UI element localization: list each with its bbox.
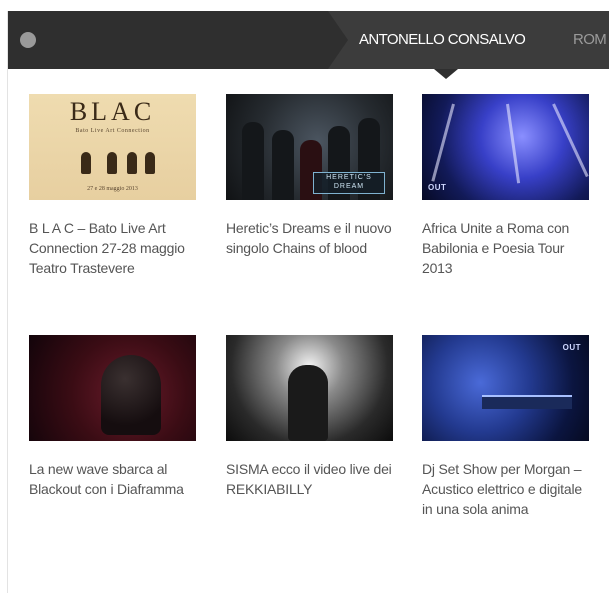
post-title[interactable]: Dj Set Show per Morgan – Acustico elettr… (422, 459, 592, 519)
post-card[interactable]: La new wave sbarca al Blackout con i Dia… (29, 335, 199, 499)
post-thumbnail[interactable] (226, 335, 393, 441)
widget-header: ANTONELLO CONSALVO ROM (8, 11, 609, 69)
blac-subtitle: Bato Live Art Connection (75, 128, 150, 134)
tab-rom[interactable]: ROM (573, 11, 607, 69)
musician-figure (81, 152, 91, 174)
post-card[interactable]: BLAC Bato Live Art Connection 27 e 28 ma… (29, 94, 199, 278)
post-title[interactable]: Heretic’s Dreams e il nuovo singolo Chai… (226, 218, 396, 258)
post-card[interactable]: OUT Dj Set Show per Morgan – Acustico el… (422, 335, 592, 519)
stage-light-beam (431, 103, 455, 182)
post-card[interactable]: SISMA ecco il video live dei REKKIABILLY (226, 335, 396, 499)
post-title[interactable]: Africa Unite a Roma con Babilonia e Poes… (422, 218, 592, 278)
header-dot-icon (20, 32, 36, 48)
post-thumbnail[interactable]: OUT (422, 335, 589, 441)
stage-light-beam (506, 103, 521, 184)
stage-light-beam (552, 103, 589, 178)
post-thumbnail[interactable]: HERETIC'S DREAM (226, 94, 393, 200)
blac-date: 27 e 28 maggio 2013 (87, 186, 138, 192)
related-posts-widget: ANTONELLO CONSALVO ROM BLAC Bato Live Ar… (7, 11, 609, 593)
keyboard-shape (482, 395, 572, 409)
outdoors-watermark: OUT (562, 343, 581, 352)
post-title[interactable]: La new wave sbarca al Blackout con i Dia… (29, 459, 199, 499)
tab-antonello-consalvo[interactable]: ANTONELLO CONSALVO (359, 11, 526, 69)
post-card[interactable]: HERETIC'S DREAM Heretic’s Dreams e il nu… (226, 94, 396, 258)
post-thumbnail[interactable] (29, 335, 196, 441)
musician-figure (107, 152, 117, 174)
outdoors-watermark: OUT (428, 183, 447, 192)
post-card[interactable]: OUT Africa Unite a Roma con Babilonia e … (422, 94, 592, 278)
heretics-dream-logo: HERETIC'S DREAM (313, 172, 385, 194)
post-thumbnail[interactable]: OUT (422, 94, 589, 200)
musician-figure (145, 152, 155, 174)
guitarist-silhouette (101, 355, 161, 435)
band-member-silhouette (272, 130, 294, 200)
post-title[interactable]: B L A C – Bato Live Art Connection 27-28… (29, 218, 199, 278)
active-tab-pointer (434, 69, 458, 79)
blac-logo-text: BLAC (69, 97, 156, 126)
post-thumbnail[interactable]: BLAC Bato Live Art Connection 27 e 28 ma… (29, 94, 196, 200)
post-title[interactable]: SISMA ecco il video live dei REKKIABILLY (226, 459, 396, 499)
musician-figure (127, 152, 137, 174)
tabs-arrow (328, 11, 348, 69)
band-member-silhouette (242, 122, 264, 200)
singer-silhouette (288, 365, 328, 441)
